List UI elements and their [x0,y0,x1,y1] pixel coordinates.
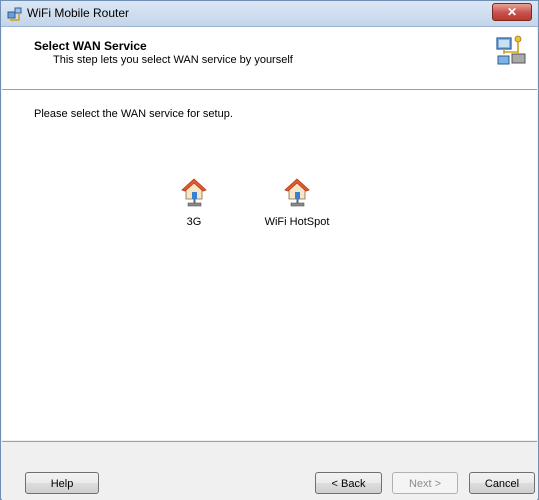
window-title: WiFi Mobile Router [27,6,130,20]
wizard-footer: Help < Back Next > Cancel [2,441,537,500]
help-button[interactable]: Help [25,472,99,494]
house-network-icon [181,178,207,207]
house-network-icon [284,178,310,207]
service-label: 3G [186,216,202,228]
service-wifi-hotspot-option[interactable]: WiFi HotSpot [252,177,342,228]
service-3g-option[interactable]: 3G [149,177,239,228]
title-bar[interactable]: WiFi Mobile Router ✕ [1,1,538,27]
cancel-button[interactable]: Cancel [469,472,535,494]
service-label: WiFi HotSpot [264,216,330,228]
close-button[interactable]: ✕ [492,3,532,21]
app-network-icon [7,7,22,21]
page-title: Select WAN Service [34,39,147,53]
back-button[interactable]: < Back [315,472,382,494]
wizard-window: WiFi Mobile Router ✕ Select WAN Service … [0,0,539,500]
instruction-text: Please select the WAN service for setup. [34,108,233,120]
close-icon: ✕ [506,5,518,19]
network-router-icon [496,35,526,65]
next-button[interactable]: Next > [392,472,458,494]
wizard-content: Please select the WAN service for setup.… [2,90,537,440]
page-subtitle: This step lets you select WAN service by… [53,54,293,66]
wizard-header: Select WAN Service This step lets you se… [2,27,537,90]
